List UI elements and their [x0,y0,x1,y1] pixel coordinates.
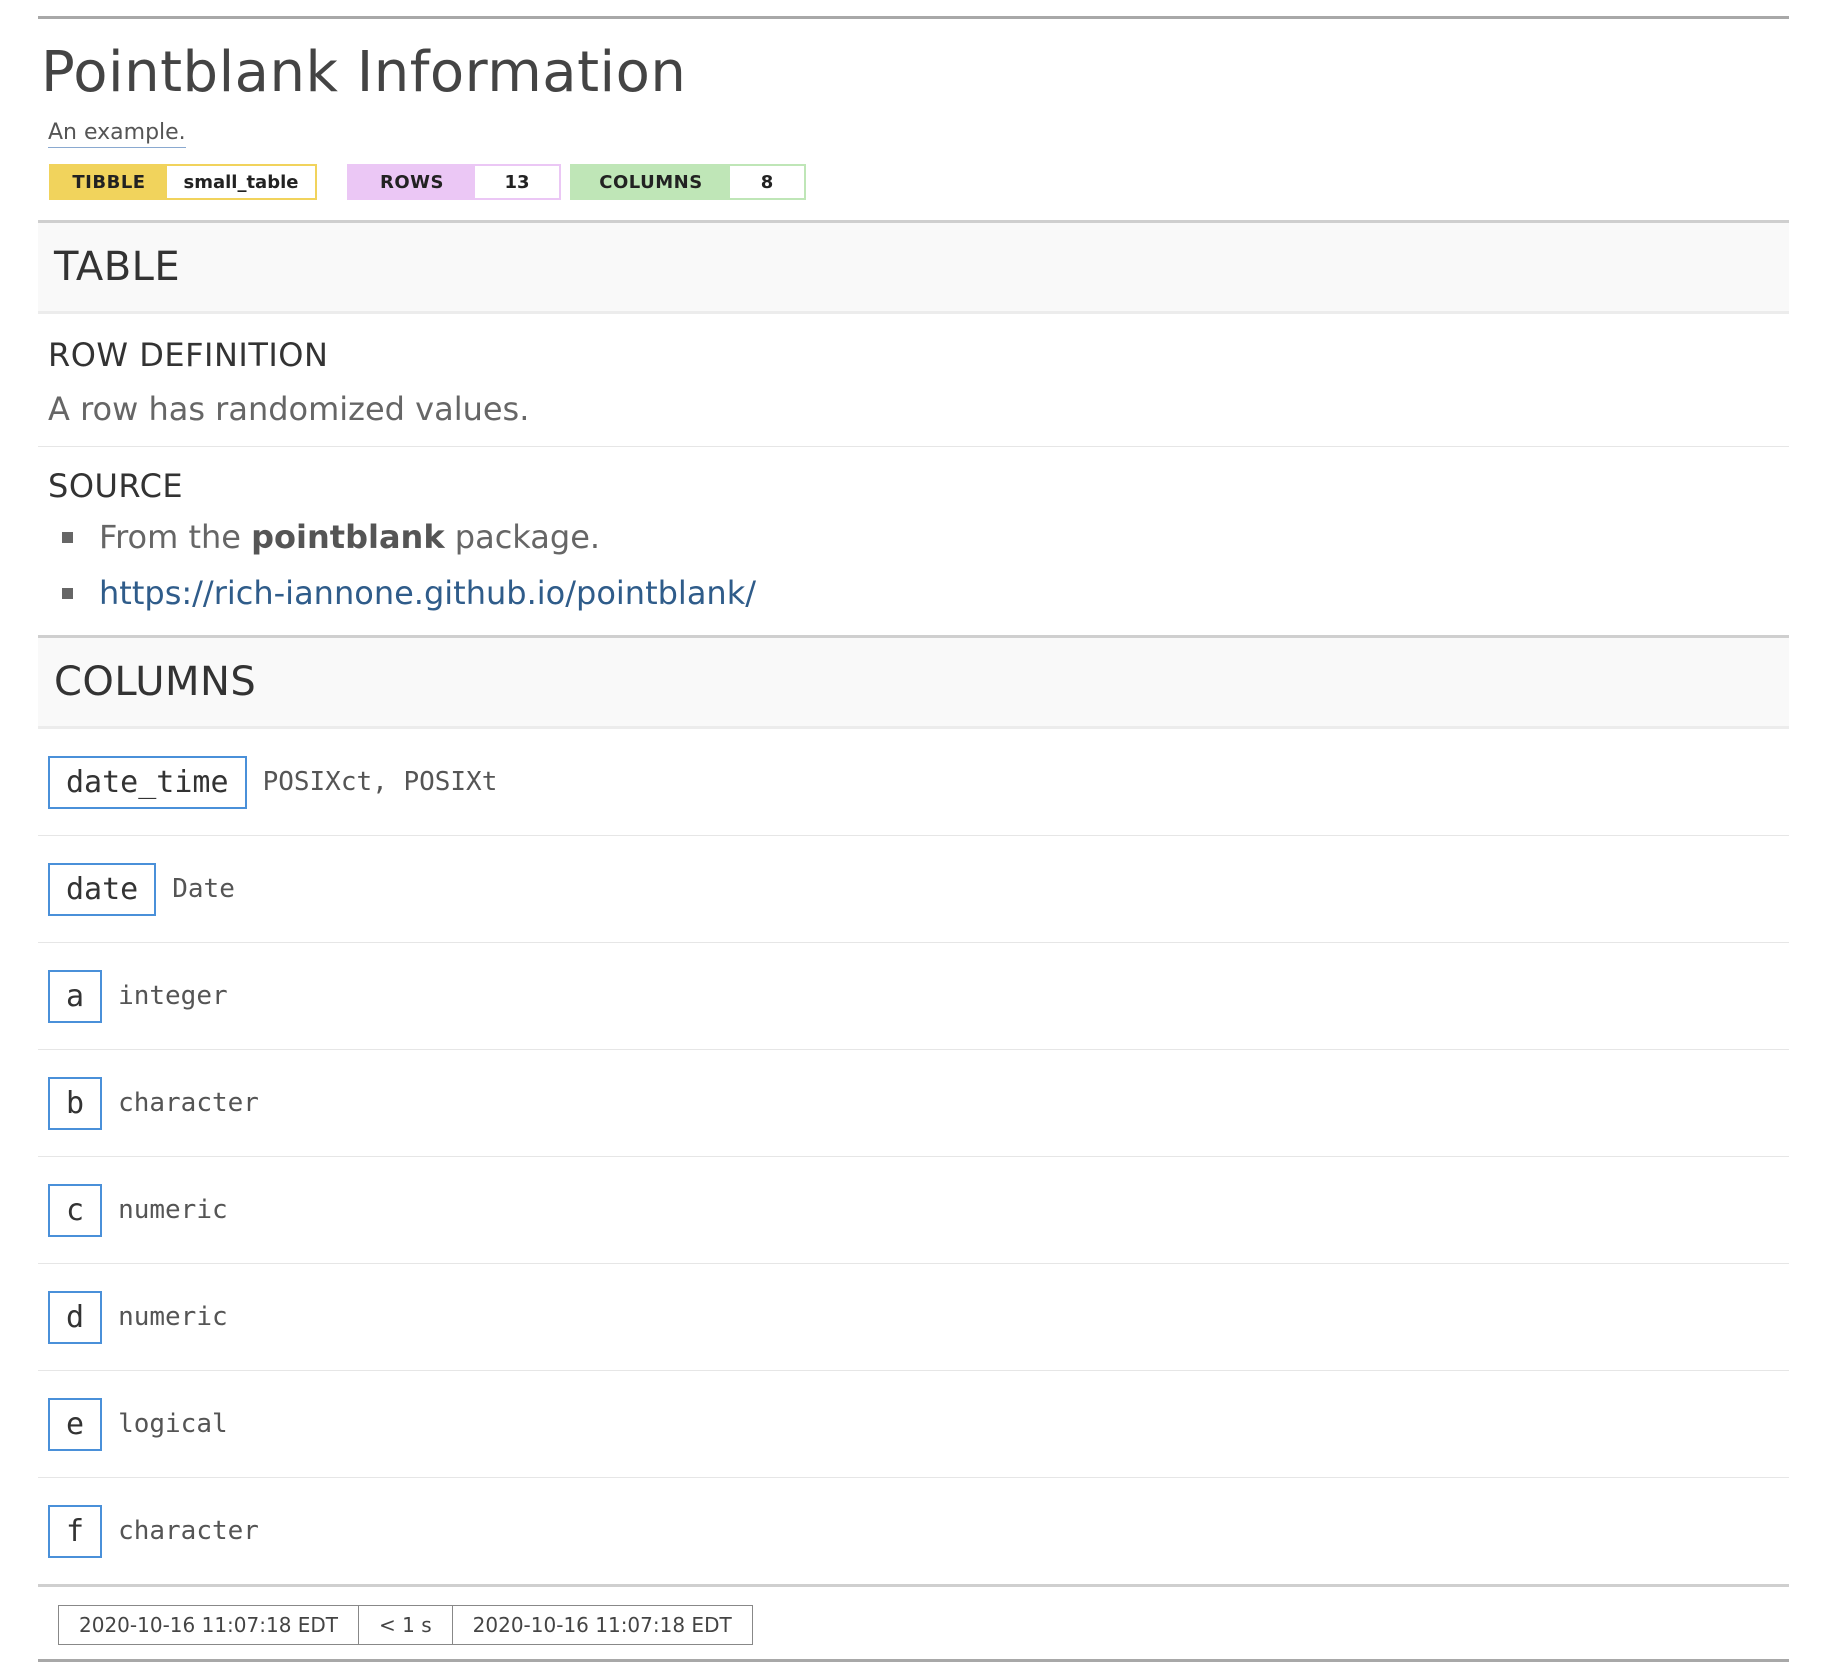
source-block: SOURCE From the pointblank package. http… [38,447,1789,635]
column-row: d numeric [38,1264,1789,1371]
page-title: Pointblank Information [41,40,687,105]
column-row: b character [38,1050,1789,1157]
source-item-package: From the pointblank package. [48,509,1789,565]
pointblank-information-report: Pointblank Information An example. TIBBL… [38,16,1789,1662]
column-type: numeric [118,1195,228,1225]
column-row: c numeric [38,1157,1789,1264]
duration: < 1 s [359,1606,453,1644]
tibble-badge-key: TIBBLE [51,166,167,198]
source-item-prefix: From the [99,518,252,556]
column-type: POSIXct, POSIXt [262,767,498,797]
column-name: d [48,1290,103,1344]
columns-badge: COLUMNS 8 [570,164,806,200]
row-definition-title: ROW DEFINITION [48,336,329,374]
source-list: From the pointblank package. https://ric… [48,509,1789,621]
row-definition-block: ROW DEFINITION A row has randomized valu… [38,314,1789,447]
source-title: SOURCE [48,467,184,505]
source-item-suffix: package. [444,518,601,556]
tibble-badge-value: small_table [167,166,315,198]
source-item-package-name: pointblank [251,518,445,556]
column-type: numeric [118,1302,228,1332]
columns-badge-key: COLUMNS [572,166,730,198]
end-time: 2020-10-16 11:07:18 EDT [472,1613,732,1637]
table-section-heading: TABLE [38,220,1789,314]
rows-badge-key: ROWS [349,166,475,198]
bullet-icon [62,587,73,599]
top-rule [38,16,1789,19]
column-name: e [48,1397,103,1451]
column-row: e logical [38,1371,1789,1478]
column-row: date Date [38,836,1789,943]
column-name: date [48,862,157,916]
column-type: character [118,1088,259,1118]
rows-badge: ROWS 13 [347,164,561,200]
column-row: a integer [38,943,1789,1050]
timing-stamps: 2020-10-16 11:07:18 EDT < 1 s 2020-10-16… [58,1605,753,1645]
bullet-icon [62,531,73,543]
column-type: character [118,1516,259,1546]
column-name: a [48,969,103,1023]
report-footer: 2020-10-16 11:07:18 EDT < 1 s 2020-10-16… [38,1587,1789,1662]
column-name: b [48,1076,103,1130]
column-type: logical [118,1409,228,1439]
pointblank-website-link[interactable]: https://rich-iannone.github.io/pointblan… [99,574,756,612]
start-time: 2020-10-16 11:07:18 EDT [59,1606,360,1644]
columns-list: date_time POSIXct, POSIXt date Date a in… [38,729,1789,1584]
source-item-link: https://rich-iannone.github.io/pointblan… [48,565,1789,621]
column-type: Date [172,874,235,904]
row-definition-text: A row has randomized values. [48,390,530,428]
tibble-badge: TIBBLE small_table [49,164,317,200]
column-type: integer [118,981,228,1011]
column-row: f character [38,1478,1789,1584]
table-badges: TIBBLE small_table ROWS 13 COLUMNS 8 [49,164,1789,200]
column-row: date_time POSIXct, POSIXt [38,729,1789,836]
columns-section-heading: COLUMNS [38,635,1789,729]
columns-badge-value: 8 [730,166,804,198]
page-subtitle: An example. [48,119,186,148]
column-name: f [48,1504,103,1558]
column-name: c [48,1183,103,1237]
column-name: date_time [48,755,247,809]
rows-badge-value: 13 [475,166,559,198]
